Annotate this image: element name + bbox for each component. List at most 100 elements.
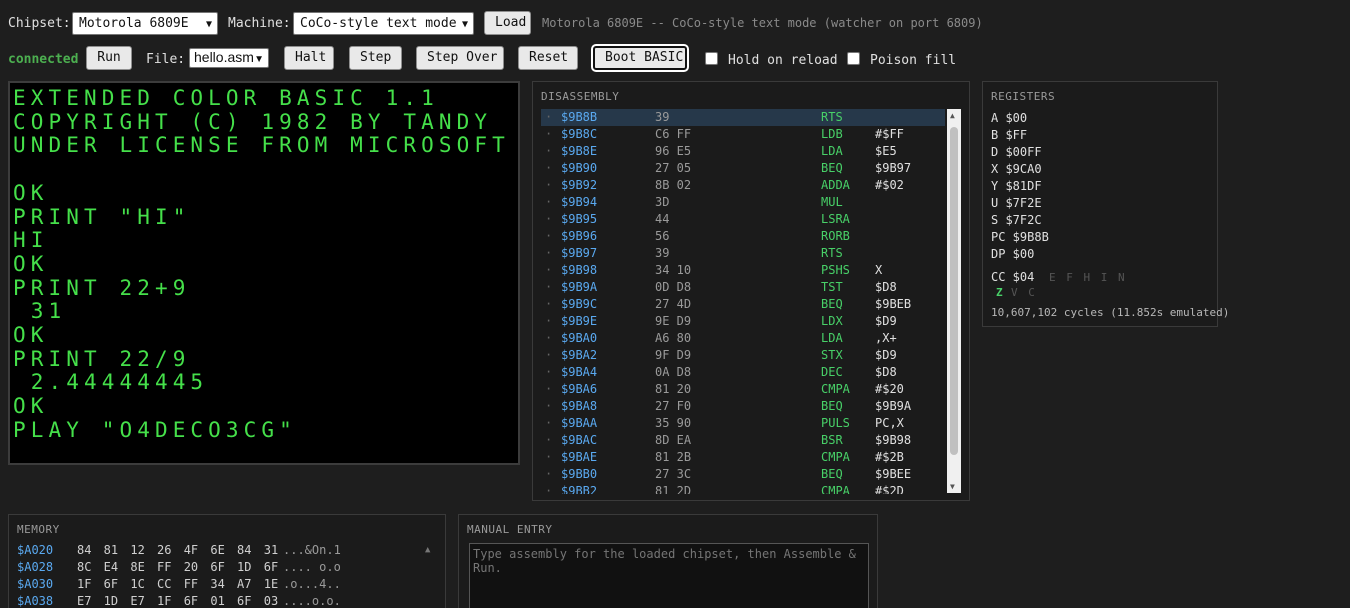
disassembly-row[interactable]: · $9BB0 27 3C BEQ $9BEE [541,466,945,483]
screen-line: PRINT 22+9 [13,275,191,300]
instruction-address: $9B96 [561,229,598,243]
instruction-operand: X [875,263,883,277]
cc-flag-z: Z [996,286,1005,299]
screen-line: 31 [13,299,67,324]
instruction-address: $9BA8 [561,399,598,413]
disassembly-row[interactable]: · $9BA0 A6 80 LDA ,X+ [541,330,945,347]
screen-line: PRINT 22/9 [13,346,191,371]
run-button[interactable]: Run [86,46,132,70]
screen-line: EXTENDED COLOR BASIC 1.1 [13,86,439,110]
chevron-down-icon: ▼ [205,19,212,30]
register-d: D $00FF [991,145,1042,159]
breakpoint-marker: · [545,467,553,481]
disassembly-row[interactable]: · $9B9E 9E D9 LDX $D9 [541,313,945,330]
instruction-address: $9B90 [561,161,598,175]
memory-bytes: E7 1D E7 1F 6F 01 6F 03 [77,594,279,608]
scroll-up-icon[interactable]: ▲ [425,545,430,555]
memory-list[interactable]: $A020 84 81 12 26 4F 6E 84 31 ...&On.1 $A02… [9,542,429,608]
instruction-bytes: 9E D9 [655,314,692,328]
memory-ascii: ....o.o. [283,594,341,608]
instruction-mnemonic: ADDA [821,178,850,192]
step-over-button[interactable]: Step Over [416,46,504,70]
disassembly-row[interactable]: · $9BA2 9F D9 STX $D9 [541,347,945,364]
disassembly-row[interactable]: · $9B97 39 RTS [541,245,945,262]
disassembly-row[interactable]: · $9B95 44 LSRA [541,211,945,228]
scroll-down-icon[interactable]: ▼ [950,482,955,491]
boot-basic-button[interactable]: Boot BASIC [591,44,689,72]
instruction-bytes: 81 2D [655,484,692,494]
instruction-mnemonic: BEQ [821,161,843,175]
disassembly-row[interactable]: · $9B96 56 RORB [541,228,945,245]
disassembly-row[interactable]: · $9BAA 35 90 PULS PC,X [541,415,945,432]
instruction-address: $9B8B [561,110,598,124]
instruction-bytes: 96 E5 [655,144,692,158]
disassembly-row[interactable]: · $9B98 34 10 PSHS X [541,262,945,279]
disassembly-scrollbar-thumb[interactable] [950,127,958,455]
scroll-up-icon[interactable]: ▲ [950,111,955,120]
disassembly-row[interactable]: · $9B8E 96 E5 LDA $E5 [541,143,945,160]
chipset-select[interactable]: Motorola 6809E ▼ [72,12,218,35]
hold-on-reload-checkbox[interactable] [705,52,718,65]
instruction-operand: #$2D [875,484,904,494]
instruction-mnemonic: LDA [821,331,843,345]
instruction-mnemonic: PULS [821,416,850,430]
poison-fill-checkbox[interactable] [847,52,860,65]
breakpoint-marker: · [545,110,553,124]
disassembly-row[interactable]: · $9BA6 81 20 CMPA #$20 [541,381,945,398]
breakpoint-marker: · [545,433,553,447]
instruction-bytes: 44 [655,212,670,226]
halt-button[interactable]: Halt [284,46,334,70]
disassembly-list[interactable]: · $9B8B 39 RTS · $9B8C C6 FF LDB #$FF · $9B8E 96 E5… [533,109,947,494]
instruction-mnemonic: DEC [821,365,843,379]
disassembly-row-current[interactable]: · $9B8B 39 RTS [541,109,945,126]
manual-entry-textarea[interactable] [469,543,869,608]
memory-address: $A028 [17,560,54,574]
instruction-bytes: 3D [655,195,670,209]
instruction-address: $9B9C [561,297,598,311]
disassembly-row[interactable]: · $9B92 8B 02 ADDA #$02 [541,177,945,194]
instruction-mnemonic: RTS [821,110,843,124]
instruction-bytes: 9F D9 [655,348,692,362]
register-x: X $9CA0 [991,162,1042,176]
instruction-bytes: C6 FF [655,127,692,141]
instruction-address: $9BB2 [561,484,598,494]
instruction-mnemonic: LDX [821,314,843,328]
disassembly-row[interactable]: · $9BA4 0A D8 DEC $D8 [541,364,945,381]
load-button[interactable]: Load [484,11,531,35]
instruction-mnemonic: BEQ [821,467,843,481]
instruction-address: $9B92 [561,178,598,192]
file-select[interactable]: hello.asm ▼ [189,48,269,68]
memory-ascii: ...&On.1 [283,543,341,557]
disassembly-row[interactable]: · $9BB2 81 2D CMPA #$2D [541,483,945,494]
instruction-operand: $9BEE [875,467,912,481]
breakpoint-marker: · [545,161,553,175]
disassembly-row[interactable]: · $9B94 3D MUL [541,194,945,211]
instruction-address: $9BAE [561,450,598,464]
disassembly-row[interactable]: · $9B9C 27 4D BEQ $9BEB [541,296,945,313]
disassembly-row[interactable]: · $9BAC 8D EA BSR $9B98 [541,432,945,449]
disassembly-row[interactable]: · $9BAE 81 2B CMPA #$2B [541,449,945,466]
instruction-operand: $D8 [875,280,897,294]
emulator-screen[interactable]: EXTENDED COLOR BASIC 1.1 COPYRIGHT (C) 19… [8,81,520,465]
disassembly-row[interactable]: · $9BA8 27 F0 BEQ $9B9A [541,398,945,415]
instruction-address: $9B95 [561,212,598,226]
disassembly-row[interactable]: · $9B8C C6 FF LDB #$FF [541,126,945,143]
disassembly-row[interactable]: · $9B90 27 05 BEQ $9B97 [541,160,945,177]
disassembly-scrollbar[interactable]: ▲ ▼ [947,109,961,493]
memory-address: $A020 [17,543,54,557]
manual-entry-title: MANUAL ENTRY [467,523,553,536]
reset-button[interactable]: Reset [518,46,578,70]
machine-select[interactable]: CoCo-style text mode ▼ [293,12,474,35]
instruction-mnemonic: LSRA [821,212,850,226]
instruction-address: $9B8C [561,127,598,141]
instruction-operand: #$2B [875,450,904,464]
instruction-address: $9BA4 [561,365,598,379]
instruction-bytes: 8D EA [655,433,692,447]
chipset-label: Chipset: [8,16,71,31]
breakpoint-marker: · [545,365,553,379]
screen-line: HI [13,228,49,253]
step-button[interactable]: Step [349,46,402,70]
disassembly-row[interactable]: · $9B9A 0D D8 TST $D8 [541,279,945,296]
register-a: A $00 [991,111,1028,125]
instruction-operand: ,X+ [875,331,897,345]
